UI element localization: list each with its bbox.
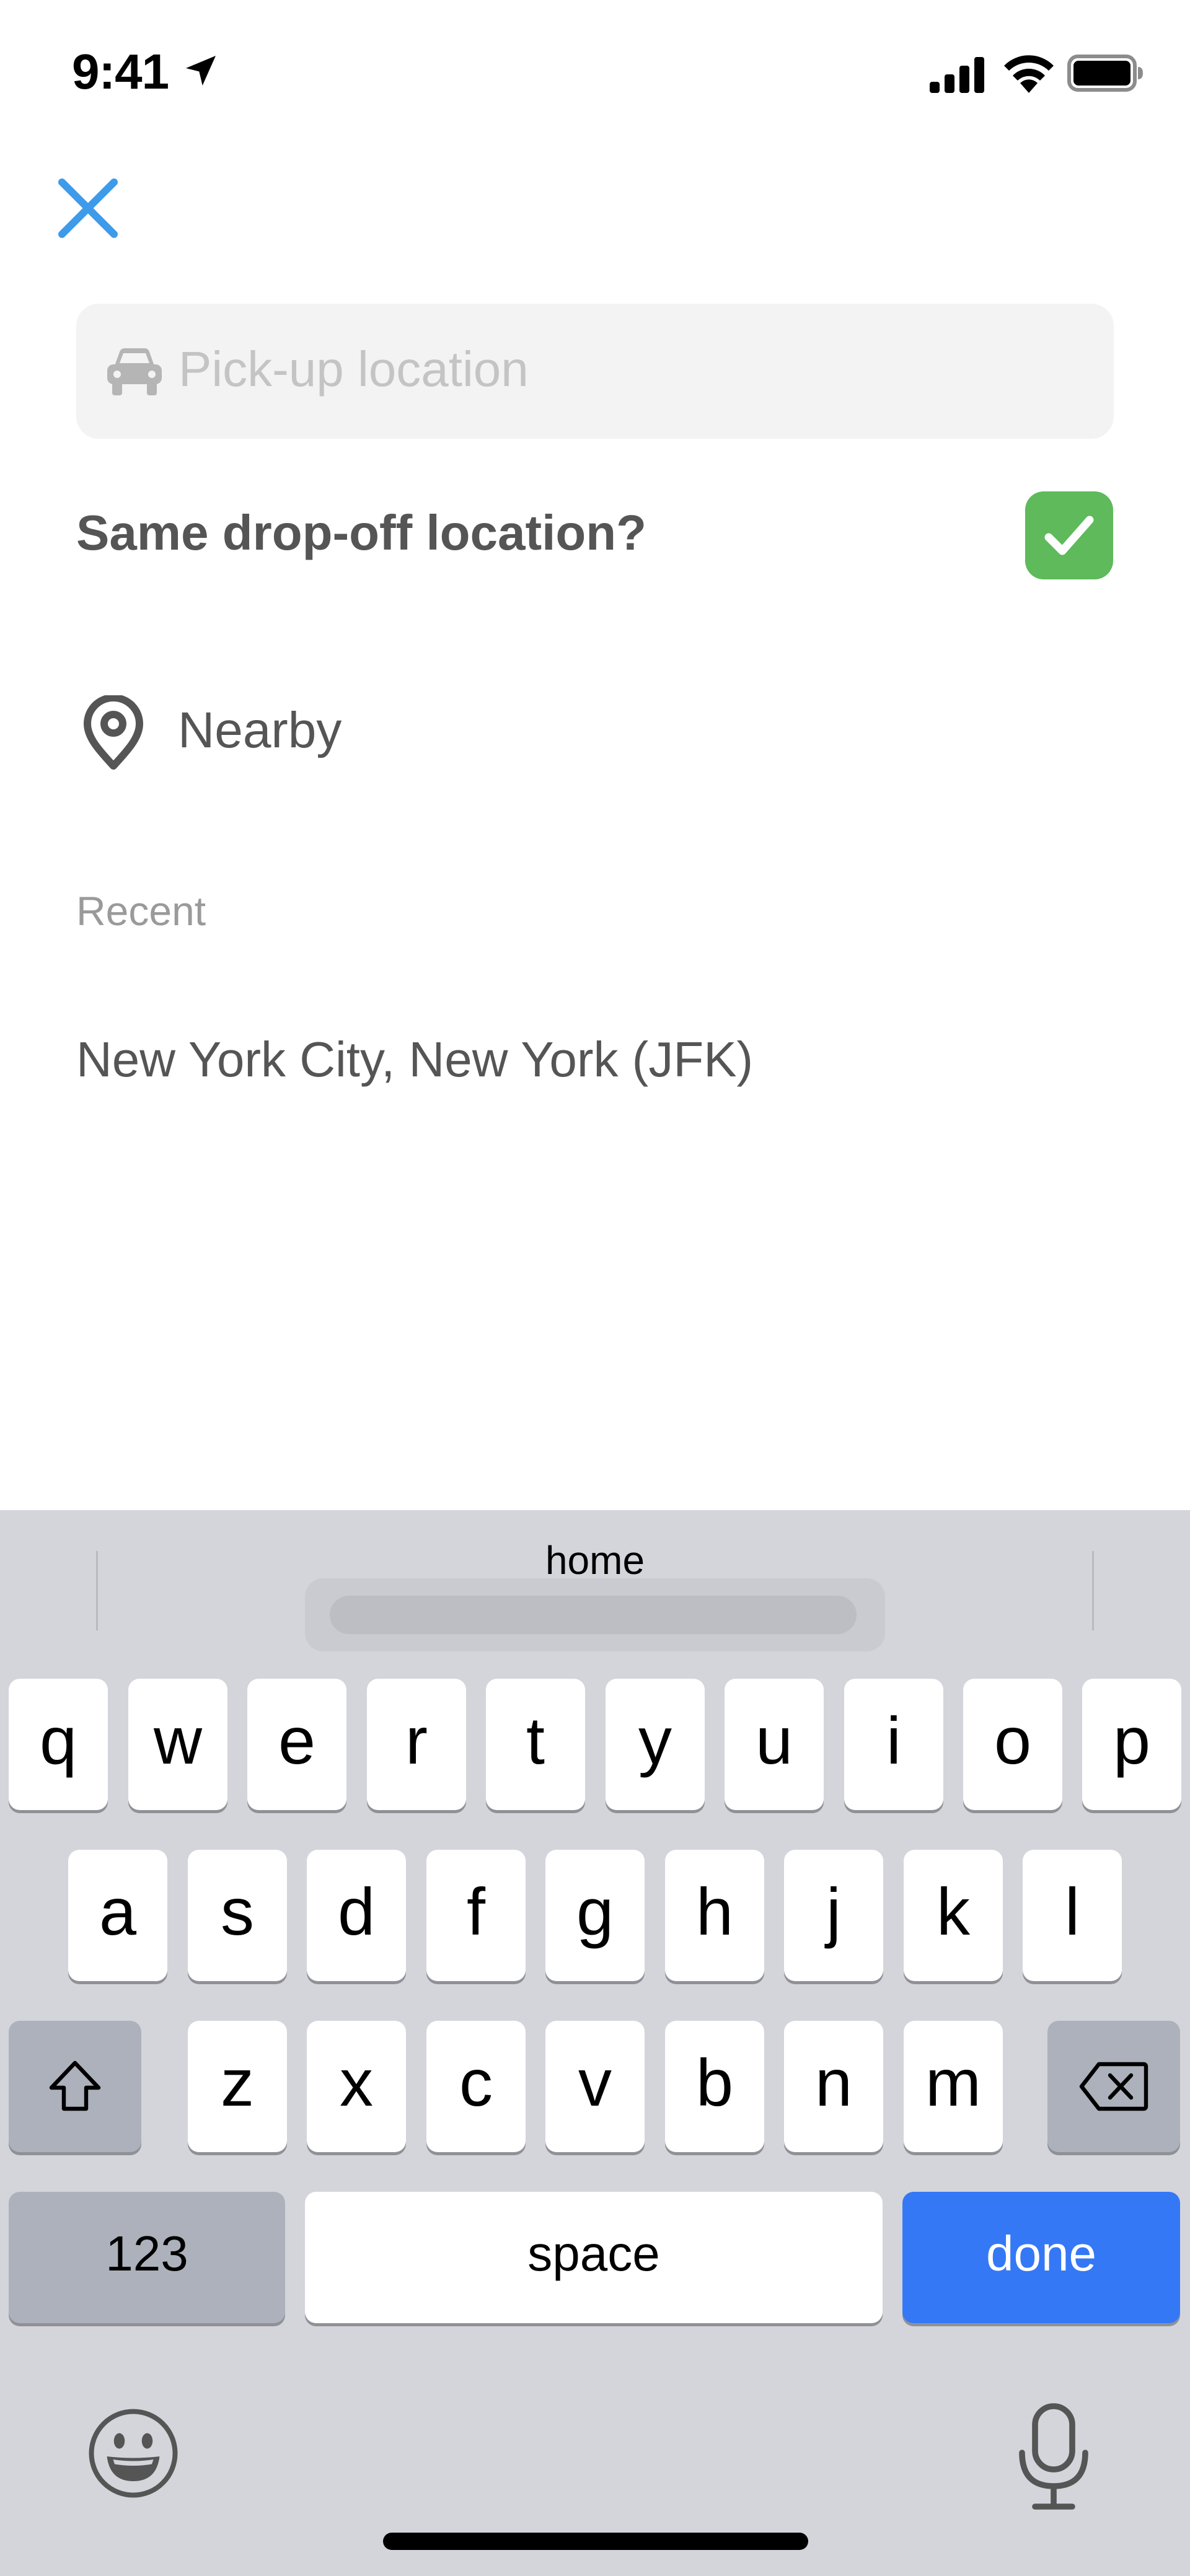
pin-icon <box>84 695 143 770</box>
space-key[interactable]: space <box>305 2192 883 2323</box>
key-u[interactable]: u <box>725 1679 824 1810</box>
key-s[interactable]: s <box>188 1850 287 1981</box>
key-k[interactable]: k <box>904 1850 1003 1981</box>
mic-icon[interactable] <box>1016 2401 1091 2512</box>
key-q[interactable]: q <box>9 1679 108 1810</box>
key-j[interactable]: j <box>784 1850 883 1981</box>
home-indicator <box>383 2533 808 2550</box>
key-n[interactable]: n <box>784 2021 883 2152</box>
status-time: 9:41 <box>72 44 169 99</box>
check-icon <box>1044 516 1094 555</box>
done-key[interactable]: done <box>902 2192 1180 2323</box>
key-e[interactable]: e <box>247 1679 346 1810</box>
key-d[interactable]: d <box>307 1850 406 1981</box>
signal-icon <box>930 57 984 93</box>
key-y[interactable]: y <box>606 1679 705 1810</box>
backspace-key[interactable] <box>1047 2021 1180 2152</box>
key-x[interactable]: x <box>307 2021 406 2152</box>
suggestion-word[interactable]: home <box>0 1537 1190 1583</box>
shift-icon <box>49 2060 101 2111</box>
shift-key[interactable] <box>9 2021 141 2152</box>
recent-header: Recent <box>76 888 206 934</box>
nearby-label: Nearby <box>178 702 342 758</box>
key-z[interactable]: z <box>188 2021 287 2152</box>
pickup-location-input[interactable]: Pick-up location <box>76 304 1114 439</box>
key-i[interactable]: i <box>844 1679 943 1810</box>
location-arrow-icon <box>186 56 216 86</box>
key-l[interactable]: l <box>1023 1850 1122 1981</box>
key-w[interactable]: w <box>128 1679 227 1810</box>
same-dropoff-checkbox[interactable] <box>1025 491 1113 579</box>
key-h[interactable]: h <box>665 1850 764 1981</box>
key-m[interactable]: m <box>904 2021 1003 2152</box>
key-r[interactable]: r <box>367 1679 466 1810</box>
wifi-icon <box>1004 55 1054 93</box>
key-f[interactable]: f <box>426 1850 526 1981</box>
status-bar: 9:41 <box>0 0 1190 143</box>
nearby-option[interactable]: Nearby <box>76 688 572 770</box>
recent-item[interactable]: New York City, New York (JFK) <box>76 1031 753 1088</box>
key-b[interactable]: b <box>665 2021 764 2152</box>
close-icon[interactable] <box>57 177 119 239</box>
suggestion-bar: home <box>0 1510 1190 1653</box>
keyboard: home q w e r t y u i o p a s d f g h j k… <box>0 1510 1190 2576</box>
suggestion-blurred <box>305 1578 885 1651</box>
same-dropoff-label: Same drop-off location? <box>76 505 646 560</box>
battery-icon <box>1067 55 1143 92</box>
car-icon <box>107 348 162 395</box>
emoji-icon[interactable] <box>87 2407 180 2500</box>
key-t[interactable]: t <box>486 1679 585 1810</box>
key-v[interactable]: v <box>545 2021 645 2152</box>
backspace-icon <box>1079 2062 1148 2111</box>
key-o[interactable]: o <box>963 1679 1062 1810</box>
search-placeholder: Pick-up location <box>178 341 529 397</box>
key-g[interactable]: g <box>545 1850 645 1981</box>
numbers-key[interactable]: 123 <box>9 2192 285 2323</box>
key-p[interactable]: p <box>1082 1679 1181 1810</box>
key-a[interactable]: a <box>68 1850 167 1981</box>
key-c[interactable]: c <box>426 2021 526 2152</box>
